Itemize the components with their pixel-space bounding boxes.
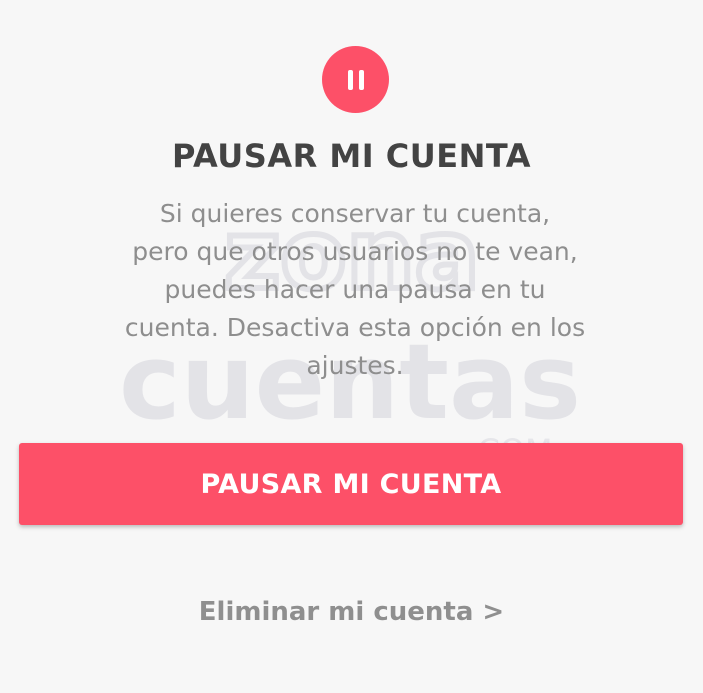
description-line: Si quieres conservar tu cuenta, bbox=[159, 199, 551, 228]
page-title: PAUSAR MI CUENTA bbox=[172, 137, 531, 175]
description-line: pero que otros usuarios no te vean, bbox=[132, 237, 578, 266]
description-line: puedes hacer una pausa en tu bbox=[164, 275, 546, 304]
description-line: ajustes. bbox=[306, 351, 404, 380]
pause-icon bbox=[322, 46, 389, 113]
description-text: Si quieres conservar tu cuenta, pero que… bbox=[100, 195, 610, 385]
description-line: cuenta. Desactiva esta opción en los bbox=[124, 313, 586, 342]
pause-account-button[interactable]: PAUSAR MI CUENTA bbox=[19, 443, 683, 525]
delete-account-link[interactable]: Eliminar mi cuenta > bbox=[0, 597, 703, 627]
